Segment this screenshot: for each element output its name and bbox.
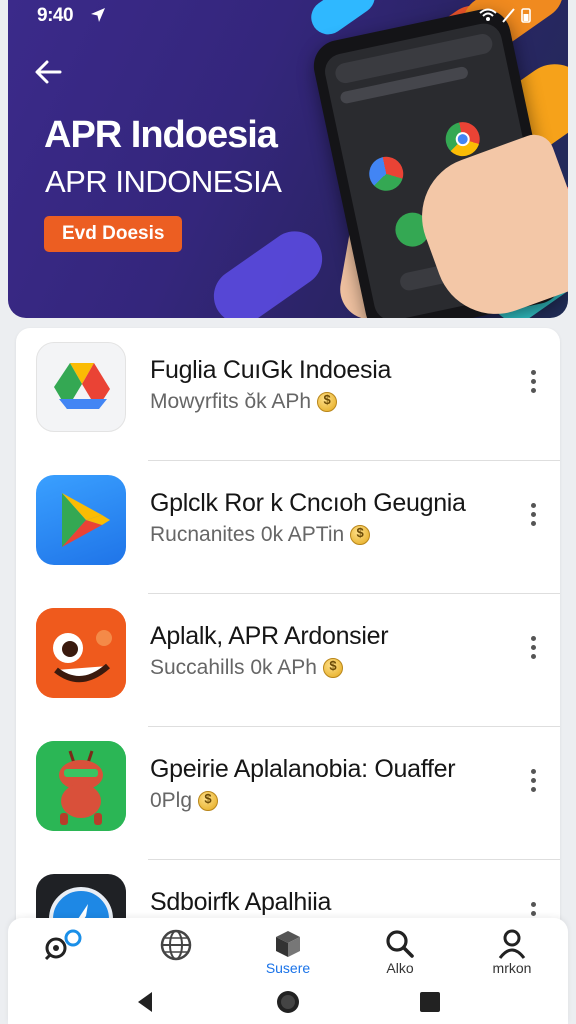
globe-icon — [160, 929, 192, 961]
hero-title: APR Indoesia — [44, 114, 278, 156]
coin-icon — [322, 658, 343, 678]
store-box-icon — [276, 931, 300, 957]
status-time: 9:40 — [37, 5, 74, 26]
app-title: Aplalk, APR Ardonsier — [150, 622, 389, 650]
discover-icon — [44, 929, 82, 961]
home-circle-icon[interactable] — [274, 988, 302, 1016]
more-options-icon[interactable] — [528, 370, 538, 398]
hero-subtitle: APR INDONESIA — [45, 164, 282, 199]
hero-cta-button[interactable]: Evd Doesis — [44, 216, 183, 252]
app-title: Sdboirfk Apalhiia — [150, 888, 332, 916]
list-item[interactable]: Aplalk, APR Ardonsier Succahills 0k APh — [16, 594, 560, 727]
tab-label: Susere — [265, 960, 311, 976]
tab-discover[interactable] — [8, 918, 120, 980]
system-status-icons — [479, 8, 531, 23]
app-meta: Succahills 0k APh — [150, 656, 343, 680]
app-meta: Rucnanites 0k APTin — [150, 523, 371, 547]
status-bar: 9:40 — [0, 0, 576, 32]
app-title: Fuglia CuıGk Indoesia — [150, 356, 392, 384]
orange-monster-icon — [36, 608, 126, 698]
app-meta-text: Rucnanites 0k APTin — [150, 523, 345, 546]
decor-shape — [203, 220, 333, 318]
tab-bar: Susere Alko mrkon — [8, 918, 568, 980]
list-item[interactable]: Fuglia CuıGk Indoesia Mowyrfits ǒk APh — [16, 328, 560, 461]
list-item[interactable]: Gpeirie Aplalanobia: Ouaffer 0Plg — [16, 727, 560, 860]
coin-icon — [350, 525, 371, 545]
tab-store[interactable]: Susere — [232, 918, 344, 980]
hero-banner: APR Indoesia APR INDONESIA Evd Doesis — [8, 0, 568, 318]
app-title: Gpeirie Aplalanobia: Ouaffer — [150, 755, 456, 783]
list-item[interactable]: Gplclk Ror k Cncıoh Geugnia Rucnanites 0… — [16, 461, 560, 594]
tab-label: mrkon — [492, 960, 532, 976]
search-icon — [386, 930, 414, 958]
bottom-navigation: Susere Alko mrkon — [8, 918, 568, 1024]
red-robot-icon — [36, 741, 126, 831]
play-triangle-icon — [36, 475, 126, 565]
app-meta-text: Succahills 0k APh — [150, 656, 317, 679]
app-meta: 0Plg — [150, 789, 219, 813]
tab-profile[interactable]: mrkon — [456, 918, 568, 980]
back-arrow-icon[interactable] — [33, 58, 63, 86]
coin-icon — [198, 791, 219, 811]
drive-triangle-icon — [36, 342, 126, 432]
tab-label: Alko — [386, 960, 414, 976]
app-meta: Mowyrfits ǒk APh — [150, 390, 338, 414]
app-meta-text: 0Plg — [150, 789, 193, 812]
more-options-icon[interactable] — [528, 769, 538, 797]
tab-search[interactable]: Alko — [344, 918, 456, 980]
person-icon — [498, 929, 526, 959]
app-meta-text: Mowyrfits ǒk APh — [150, 390, 312, 413]
coin-icon — [317, 392, 338, 412]
app-screen: APR Indoesia APR INDONESIA Evd Doesis 9:… — [0, 0, 576, 1024]
app-title: Gplclk Ror k Cncıoh Geugnia — [150, 489, 466, 517]
system-navigation-bar — [8, 982, 568, 1022]
location-arrow-icon — [91, 8, 105, 22]
tab-globe[interactable] — [120, 918, 232, 980]
back-triangle-icon[interactable] — [132, 988, 160, 1016]
more-options-icon[interactable] — [528, 503, 538, 531]
recents-square-icon[interactable] — [416, 988, 444, 1016]
more-options-icon[interactable] — [528, 636, 538, 664]
app-list: Fuglia CuıGk Indoesia Mowyrfits ǒk APh G… — [16, 328, 560, 948]
